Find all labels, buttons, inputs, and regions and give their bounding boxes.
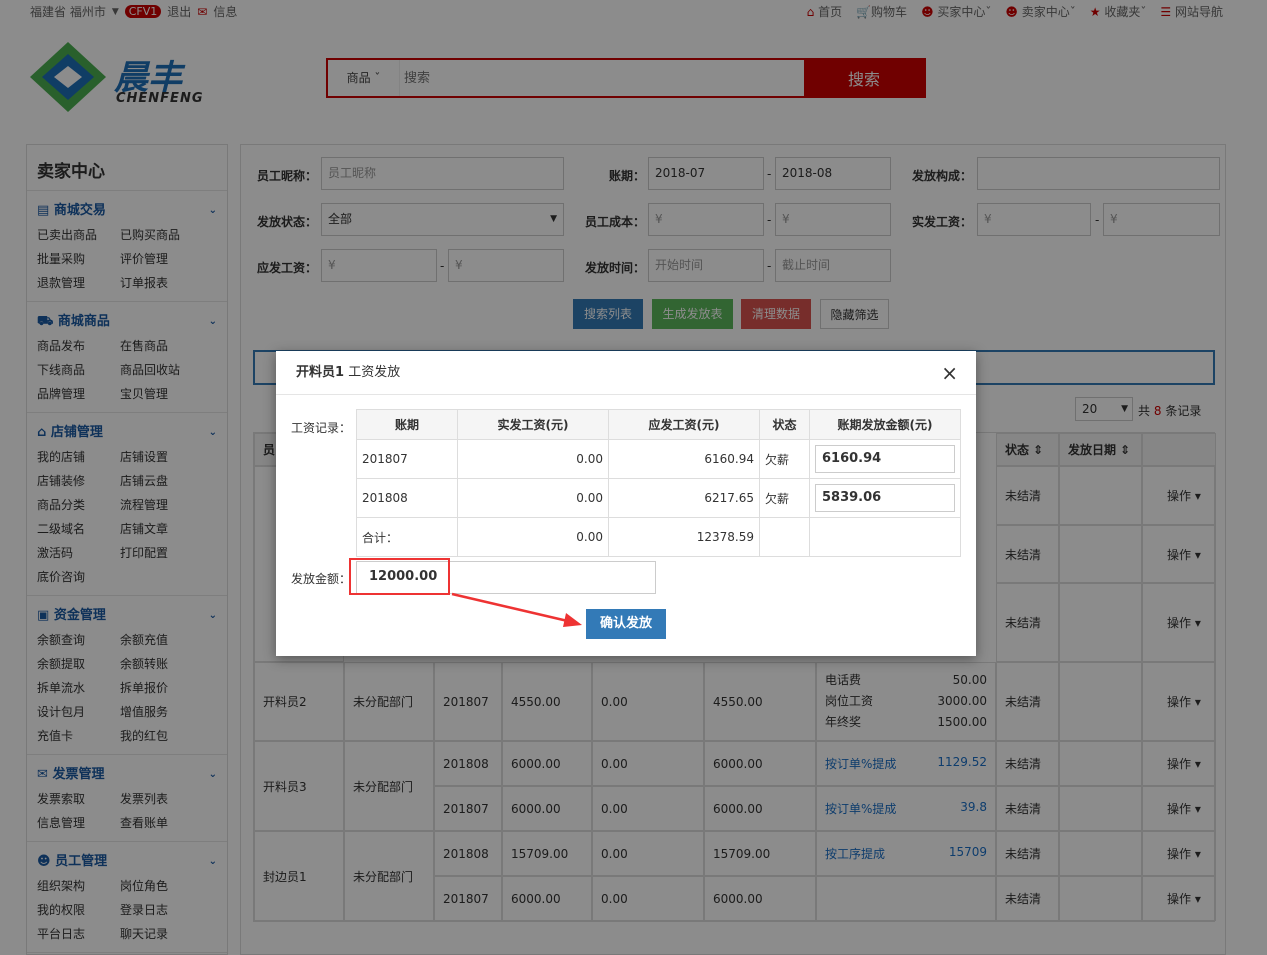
col-due: 应发工资(元)	[608, 409, 760, 440]
col-period: 账期	[356, 409, 458, 440]
table-row: 201808 0.00 6217.65 欠薪 5839.06	[356, 478, 961, 518]
confirm-button[interactable]: 确认发放	[586, 609, 666, 639]
modal-title: 工资发放	[348, 365, 401, 380]
amount-highlight: 12000.00	[349, 558, 450, 595]
salary-modal: 开料员1 工资发放 × 工资记录： 账期 实发工资(元) 应发工资(元) 状态 …	[276, 351, 976, 656]
period-amount-input[interactable]: 6160.94	[815, 445, 955, 473]
col-status: 状态	[759, 409, 810, 440]
modal-title-name: 开料员1	[296, 365, 345, 380]
close-icon[interactable]: ×	[941, 351, 958, 395]
table-row: 201807 0.00 6160.94 欠薪 6160.94	[356, 439, 961, 479]
modal-header: 开料员1 工资发放 ×	[276, 351, 976, 395]
table-row: 合计： 0.00 12378.59	[356, 517, 961, 557]
record-table: 账期 实发工资(元) 应发工资(元) 状态 账期发放金额(元) 201807 0…	[356, 409, 961, 557]
col-amount: 账期发放金额(元)	[809, 409, 961, 440]
col-actual: 实发工资(元)	[457, 409, 609, 440]
record-label: 工资记录：	[291, 421, 352, 435]
amount-label: 发放金额：	[291, 572, 352, 586]
period-amount-input[interactable]: 5839.06	[815, 484, 955, 512]
arrow-icon	[451, 592, 582, 627]
